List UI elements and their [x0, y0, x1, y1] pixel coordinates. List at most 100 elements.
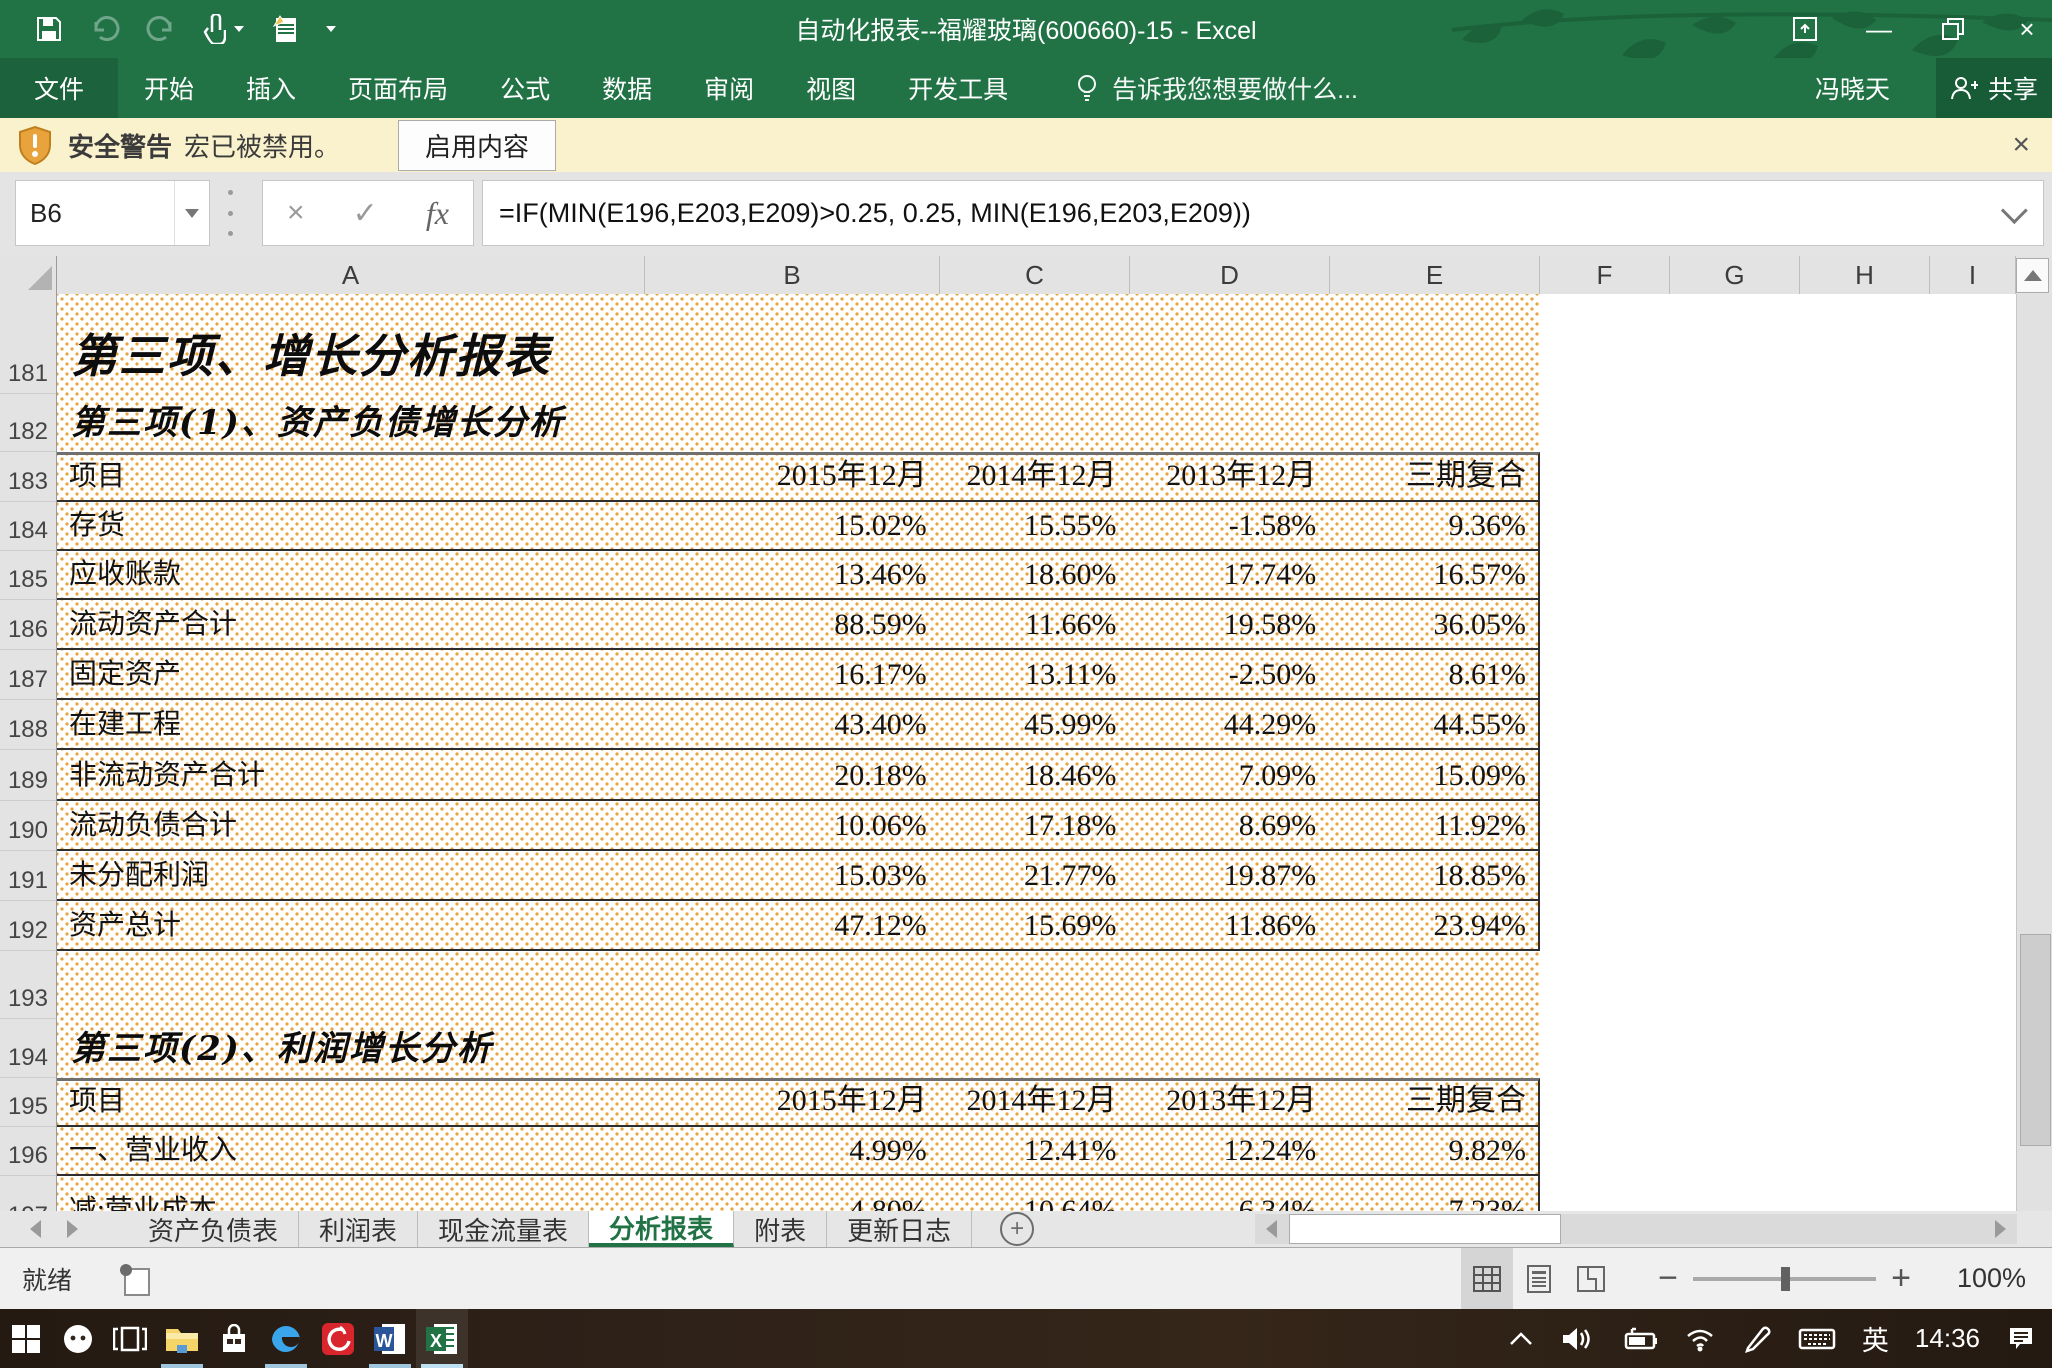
horizontal-scrollbar[interactable]: [1255, 1214, 2017, 1244]
qat-customize-caret[interactable]: [326, 26, 336, 32]
row-header-189[interactable]: 189: [0, 750, 56, 801]
sheet-tab-附表[interactable]: 附表: [734, 1211, 827, 1247]
vertical-scrollbar[interactable]: [2016, 294, 2052, 1211]
minimize-button[interactable]: —: [1862, 12, 1896, 46]
cell-D196[interactable]: 12.24%: [1129, 1127, 1329, 1174]
column-header-D[interactable]: D: [1130, 256, 1330, 294]
cell-B192[interactable]: 47.12%: [644, 901, 939, 949]
restore-button[interactable]: [1936, 12, 1970, 46]
cell-B189[interactable]: 20.18%: [644, 750, 939, 799]
formula-input[interactable]: =IF(MIN(E196,E203,E209)>0.25, 0.25, MIN(…: [482, 180, 2044, 246]
cell-B186[interactable]: 88.59%: [644, 600, 939, 648]
ribbon-tab-5[interactable]: 数据: [576, 58, 678, 118]
cell-A196[interactable]: 一、营业收入: [57, 1127, 644, 1174]
formula-bar-handle[interactable]: [228, 190, 233, 236]
cell-C197[interactable]: 10.64%: [939, 1176, 1129, 1211]
cell-D197[interactable]: 6.34%: [1129, 1176, 1329, 1211]
row-header-190[interactable]: 190: [0, 801, 56, 851]
keyboard-icon[interactable]: [1798, 1326, 1836, 1352]
column-header-H[interactable]: H: [1800, 256, 1930, 294]
cell-A189[interactable]: 非流动资产合计: [57, 750, 644, 799]
cell-E186[interactable]: 36.05%: [1328, 600, 1538, 648]
row-header-186[interactable]: 186: [0, 600, 56, 650]
cell-D188[interactable]: 44.29%: [1129, 700, 1329, 748]
normal-view-button[interactable]: [1461, 1248, 1513, 1309]
cell-C184[interactable]: 15.55%: [939, 502, 1129, 549]
sheet-tab-分析报表[interactable]: 分析报表: [589, 1211, 734, 1247]
enable-content-button[interactable]: 启用内容: [398, 120, 556, 171]
cell-B197[interactable]: 4.80%: [644, 1176, 939, 1211]
name-box[interactable]: B6: [15, 180, 210, 246]
cell-E196[interactable]: 9.82%: [1328, 1127, 1538, 1174]
cell-E183[interactable]: 三期复合: [1328, 455, 1538, 500]
cell-A183[interactable]: 项目: [57, 455, 644, 500]
cancel-formula-icon[interactable]: ×: [287, 196, 305, 230]
battery-icon[interactable]: [1620, 1326, 1658, 1352]
column-header-C[interactable]: C: [940, 256, 1130, 294]
vertical-scroll-thumb[interactable]: [2020, 934, 2051, 1146]
ribbon-tab-4[interactable]: 公式: [474, 58, 576, 118]
page-layout-view-button[interactable]: [1513, 1248, 1565, 1309]
macro-record-icon[interactable]: [120, 1264, 150, 1294]
cell-C186[interactable]: 11.66%: [939, 600, 1129, 648]
cell-C190[interactable]: 17.18%: [939, 801, 1129, 849]
ribbon-display-options-icon[interactable]: [1788, 12, 1822, 46]
tell-me-box[interactable]: 告诉我您想要做什么...: [1074, 70, 1358, 106]
row-header-191[interactable]: 191: [0, 851, 56, 901]
row-header-194[interactable]: 194: [0, 1019, 56, 1078]
cell-D185[interactable]: 17.74%: [1129, 551, 1329, 598]
cell-B195[interactable]: 2015年12月: [644, 1081, 939, 1125]
cell-D183[interactable]: 2013年12月: [1129, 455, 1329, 500]
ribbon-tab-2[interactable]: 插入: [220, 58, 322, 118]
row-header-182[interactable]: 182: [0, 394, 56, 452]
cell-D195[interactable]: 2013年12月: [1129, 1081, 1329, 1125]
touch-mode-button[interactable]: [202, 14, 244, 44]
next-sheet-icon[interactable]: [67, 1220, 78, 1238]
column-header-A[interactable]: A: [57, 256, 645, 294]
cell-A191[interactable]: 未分配利润: [57, 851, 644, 899]
zoom-level[interactable]: 100%: [1942, 1263, 2026, 1294]
clock[interactable]: 14:36: [1915, 1323, 1980, 1354]
cell-B190[interactable]: 10.06%: [644, 801, 939, 849]
row-header-184[interactable]: 184: [0, 502, 56, 551]
cell-B196[interactable]: 4.99%: [644, 1127, 939, 1174]
word-taskbar-icon[interactable]: W: [364, 1309, 416, 1368]
cell-B183[interactable]: 2015年12月: [644, 455, 939, 500]
ribbon-tab-7[interactable]: 视图: [780, 58, 882, 118]
excel-taskbar-icon[interactable]: X: [416, 1309, 468, 1368]
column-header-B[interactable]: B: [645, 256, 940, 294]
insert-function-icon[interactable]: fx: [426, 195, 449, 232]
row-header-185[interactable]: 185: [0, 551, 56, 600]
cell-A187[interactable]: 固定资产: [57, 650, 644, 698]
row-header-187[interactable]: 187: [0, 650, 56, 700]
cell-D192[interactable]: 11.86%: [1129, 901, 1329, 949]
row-header-196[interactable]: 196: [0, 1127, 56, 1176]
sheet-tab-利润表[interactable]: 利润表: [299, 1211, 418, 1247]
zoom-slider[interactable]: [1693, 1277, 1876, 1281]
cell-D184[interactable]: -1.58%: [1129, 502, 1329, 549]
share-button[interactable]: 共享: [1936, 58, 2052, 118]
scroll-up-button[interactable]: [2016, 258, 2049, 293]
cell-D190[interactable]: 8.69%: [1129, 801, 1329, 849]
volume-icon[interactable]: [1560, 1325, 1594, 1353]
cell-C187[interactable]: 13.11%: [939, 650, 1129, 698]
action-center-icon[interactable]: [2006, 1325, 2036, 1353]
ribbon-tab-8[interactable]: 开发工具: [882, 58, 1034, 118]
custom-macro-icon[interactable]: [270, 14, 300, 44]
ribbon-tab-3[interactable]: 页面布局: [322, 58, 474, 118]
column-header-F[interactable]: F: [1540, 256, 1670, 294]
prev-sheet-icon[interactable]: [30, 1220, 41, 1238]
cell-C196[interactable]: 12.41%: [939, 1127, 1129, 1174]
row-header-197[interactable]: 197: [0, 1176, 56, 1211]
column-header-G[interactable]: G: [1670, 256, 1800, 294]
cell-E189[interactable]: 15.09%: [1328, 750, 1538, 799]
cell-A186[interactable]: 流动资产合计: [57, 600, 644, 648]
pen-icon[interactable]: [1742, 1324, 1772, 1354]
task-view-taskbar-icon[interactable]: [104, 1309, 156, 1368]
cell-C188[interactable]: 45.99%: [939, 700, 1129, 748]
enter-formula-icon[interactable]: ✓: [353, 196, 378, 231]
cell-D189[interactable]: 7.09%: [1129, 750, 1329, 799]
cell-B188[interactable]: 43.40%: [644, 700, 939, 748]
close-button[interactable]: ×: [2010, 12, 2044, 46]
row-header-188[interactable]: 188: [0, 700, 56, 750]
